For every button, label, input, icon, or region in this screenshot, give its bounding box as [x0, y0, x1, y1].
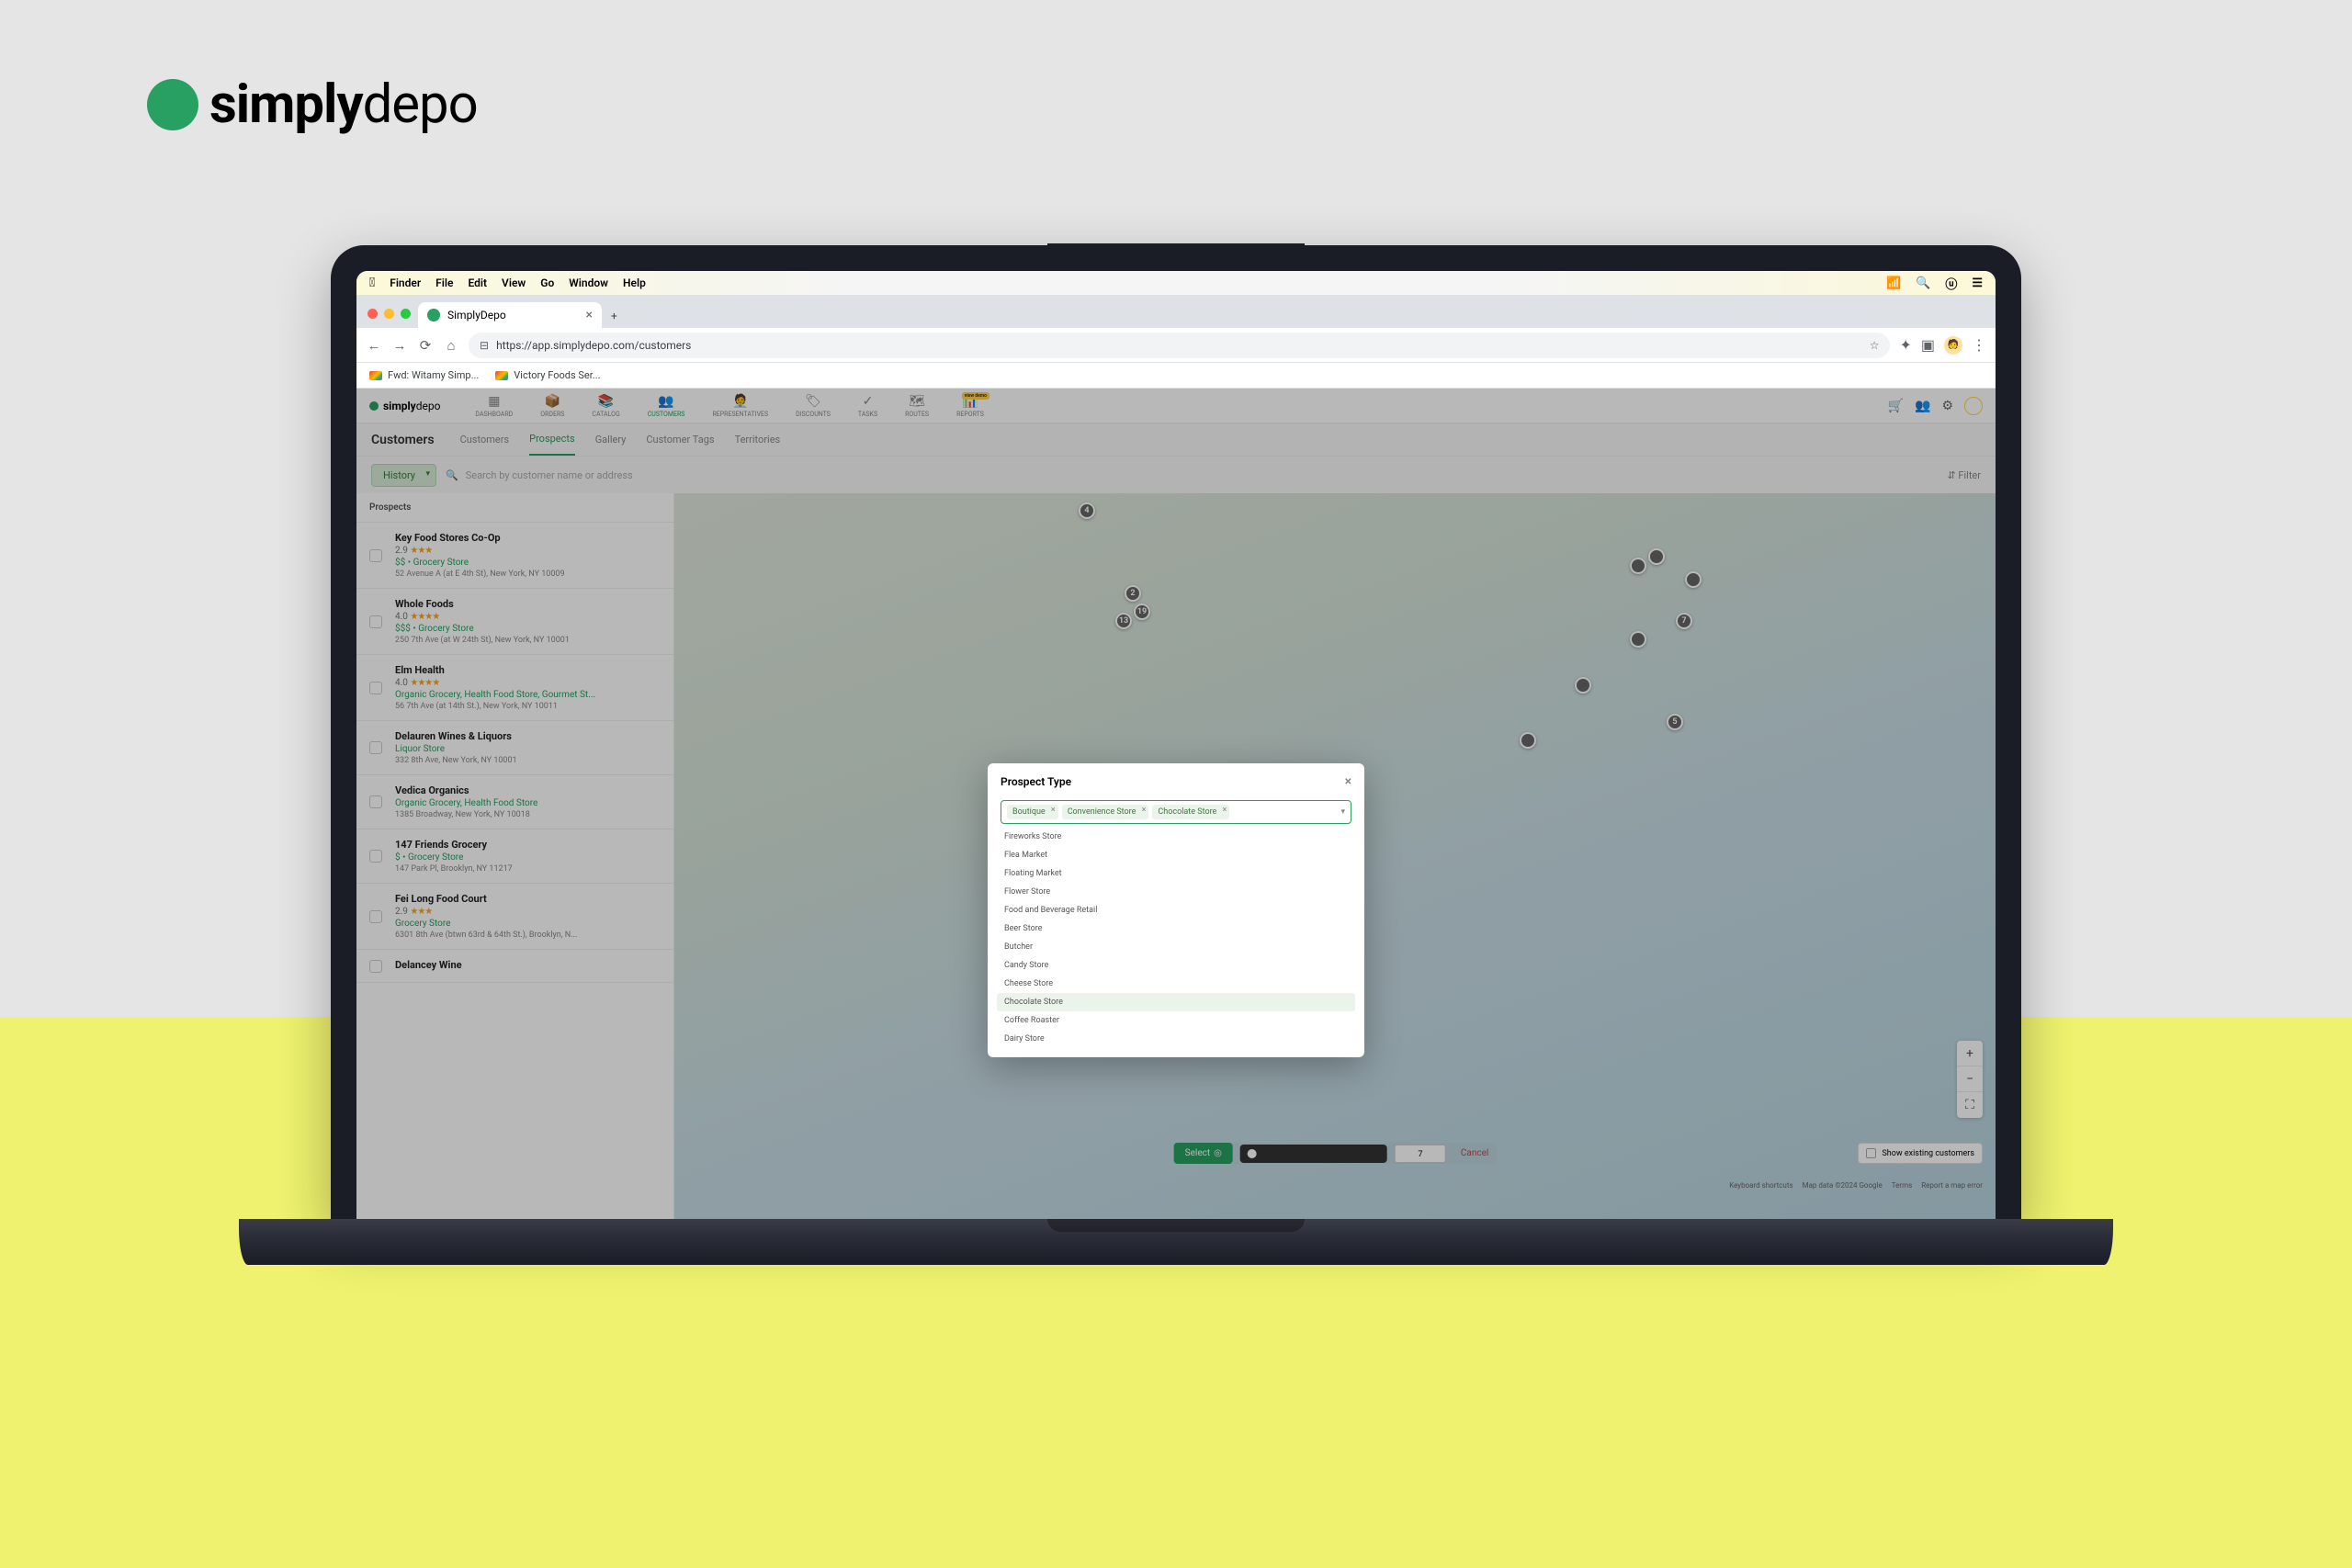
selected-chip[interactable]: Convenience Store — [1062, 805, 1149, 819]
gmail-icon — [495, 371, 508, 380]
new-tab-button[interactable]: + — [602, 304, 627, 328]
dropdown-option[interactable]: Beer Store — [997, 919, 1355, 938]
menu-finder[interactable]: Finder — [390, 276, 421, 289]
modal-close-icon[interactable]: × — [1345, 774, 1351, 789]
tab-title: SimplyDepo — [447, 309, 506, 321]
bookmark-label: Victory Foods Ser... — [514, 369, 600, 381]
extensions-icon[interactable]: ✦ — [1899, 336, 1911, 354]
browser-toolbar: ← → ⟳ ⌂ ⊟ https://app.simplydepo.com/cus… — [356, 328, 1996, 363]
close-tab-icon[interactable]: × — [586, 308, 593, 322]
dropdown-option[interactable]: Food and Beverage Retail — [997, 901, 1355, 919]
profile-avatar[interactable]: 🧑 — [1944, 336, 1962, 355]
prospect-type-modal: Prospect Type × Boutique Convenience Stor… — [988, 763, 1364, 1057]
dropdown-option[interactable]: Cheese Store — [997, 975, 1355, 993]
brand-text: simplydepo — [209, 73, 478, 136]
maximize-window-icon[interactable] — [401, 309, 411, 319]
side-panel-icon[interactable]: ▣ — [1921, 336, 1935, 354]
dropdown-option[interactable]: Floating Market — [997, 864, 1355, 883]
modal-options-list: Fireworks StoreFlea MarketFloating Marke… — [997, 828, 1355, 1048]
menu-file[interactable]: File — [435, 276, 453, 289]
back-button[interactable]: ← — [366, 337, 382, 354]
dropdown-option[interactable]: Butcher — [997, 938, 1355, 956]
url-text: https://app.simplydepo.com/customers — [496, 339, 691, 352]
forward-button[interactable]: → — [391, 337, 408, 354]
browser-tab-strip: SimplyDepo × + — [356, 295, 1996, 328]
menu-edit[interactable]: Edit — [468, 276, 487, 289]
dropdown-option[interactable]: Flower Store — [997, 883, 1355, 901]
app-container: simplydepo ▦DASHBOARD📦ORDERS📚CATALOG👥CUS… — [356, 389, 1996, 1219]
spotlight-icon[interactable]: 🔍 — [1916, 276, 1930, 290]
dropdown-option[interactable]: Dairy Store — [997, 1030, 1355, 1048]
window-controls — [364, 309, 418, 328]
dropdown-option[interactable]: Coffee Roaster — [997, 1011, 1355, 1030]
dropdown-option[interactable]: Candy Store — [997, 956, 1355, 975]
menu-help[interactable]: Help — [623, 276, 646, 289]
apple-menu-icon[interactable]:  — [369, 276, 375, 290]
dropdown-option[interactable]: Chocolate Store — [997, 993, 1355, 1011]
chrome-menu-icon[interactable]: ⋮ — [1972, 336, 1986, 354]
gmail-icon — [369, 371, 382, 380]
menu-go[interactable]: Go — [540, 276, 554, 289]
bookmarks-bar: Fwd: Witamy Simp... Victory Foods Ser... — [356, 363, 1996, 389]
address-bar[interactable]: ⊟ https://app.simplydepo.com/customers ☆ — [469, 333, 1890, 358]
dropdown-option[interactable]: Flea Market — [997, 846, 1355, 864]
close-window-icon[interactable] — [368, 309, 378, 319]
brand-dot-icon — [147, 79, 198, 130]
bookmark-label: Fwd: Witamy Simp... — [388, 369, 479, 381]
wifi-icon[interactable]: 📶 — [1886, 276, 1901, 290]
menu-view[interactable]: View — [502, 276, 526, 289]
lock-icon: ⊟ — [480, 339, 489, 352]
bookmark-item[interactable]: Victory Foods Ser... — [495, 369, 600, 381]
browser-tab[interactable]: SimplyDepo × — [418, 302, 602, 328]
bookmark-star-icon[interactable]: ☆ — [1870, 339, 1880, 352]
modal-multiselect[interactable]: Boutique Convenience StoreChocolate Store — [1001, 800, 1351, 824]
laptop-mockup:  Finder File Edit View Go Window Help 📶… — [331, 245, 2021, 1285]
dropdown-option[interactable]: Fireworks Store — [997, 828, 1355, 846]
bookmark-item[interactable]: Fwd: Witamy Simp... — [369, 369, 479, 381]
modal-title: Prospect Type — [1001, 775, 1071, 788]
brand-logo: simplydepo — [147, 73, 478, 136]
tab-favicon-icon — [427, 309, 440, 321]
selected-chip[interactable]: Boutique — [1007, 805, 1058, 819]
user-icon[interactable]: ⓤ — [1945, 275, 1957, 292]
reload-button[interactable]: ⟳ — [417, 337, 434, 354]
minimize-window-icon[interactable] — [384, 309, 394, 319]
control-center-icon[interactable]: ☰ — [1972, 276, 1983, 290]
menu-window[interactable]: Window — [569, 276, 608, 289]
selected-chip[interactable]: Chocolate Store — [1152, 805, 1229, 819]
home-button[interactable]: ⌂ — [443, 337, 459, 354]
macos-menubar:  Finder File Edit View Go Window Help 📶… — [356, 271, 1996, 295]
